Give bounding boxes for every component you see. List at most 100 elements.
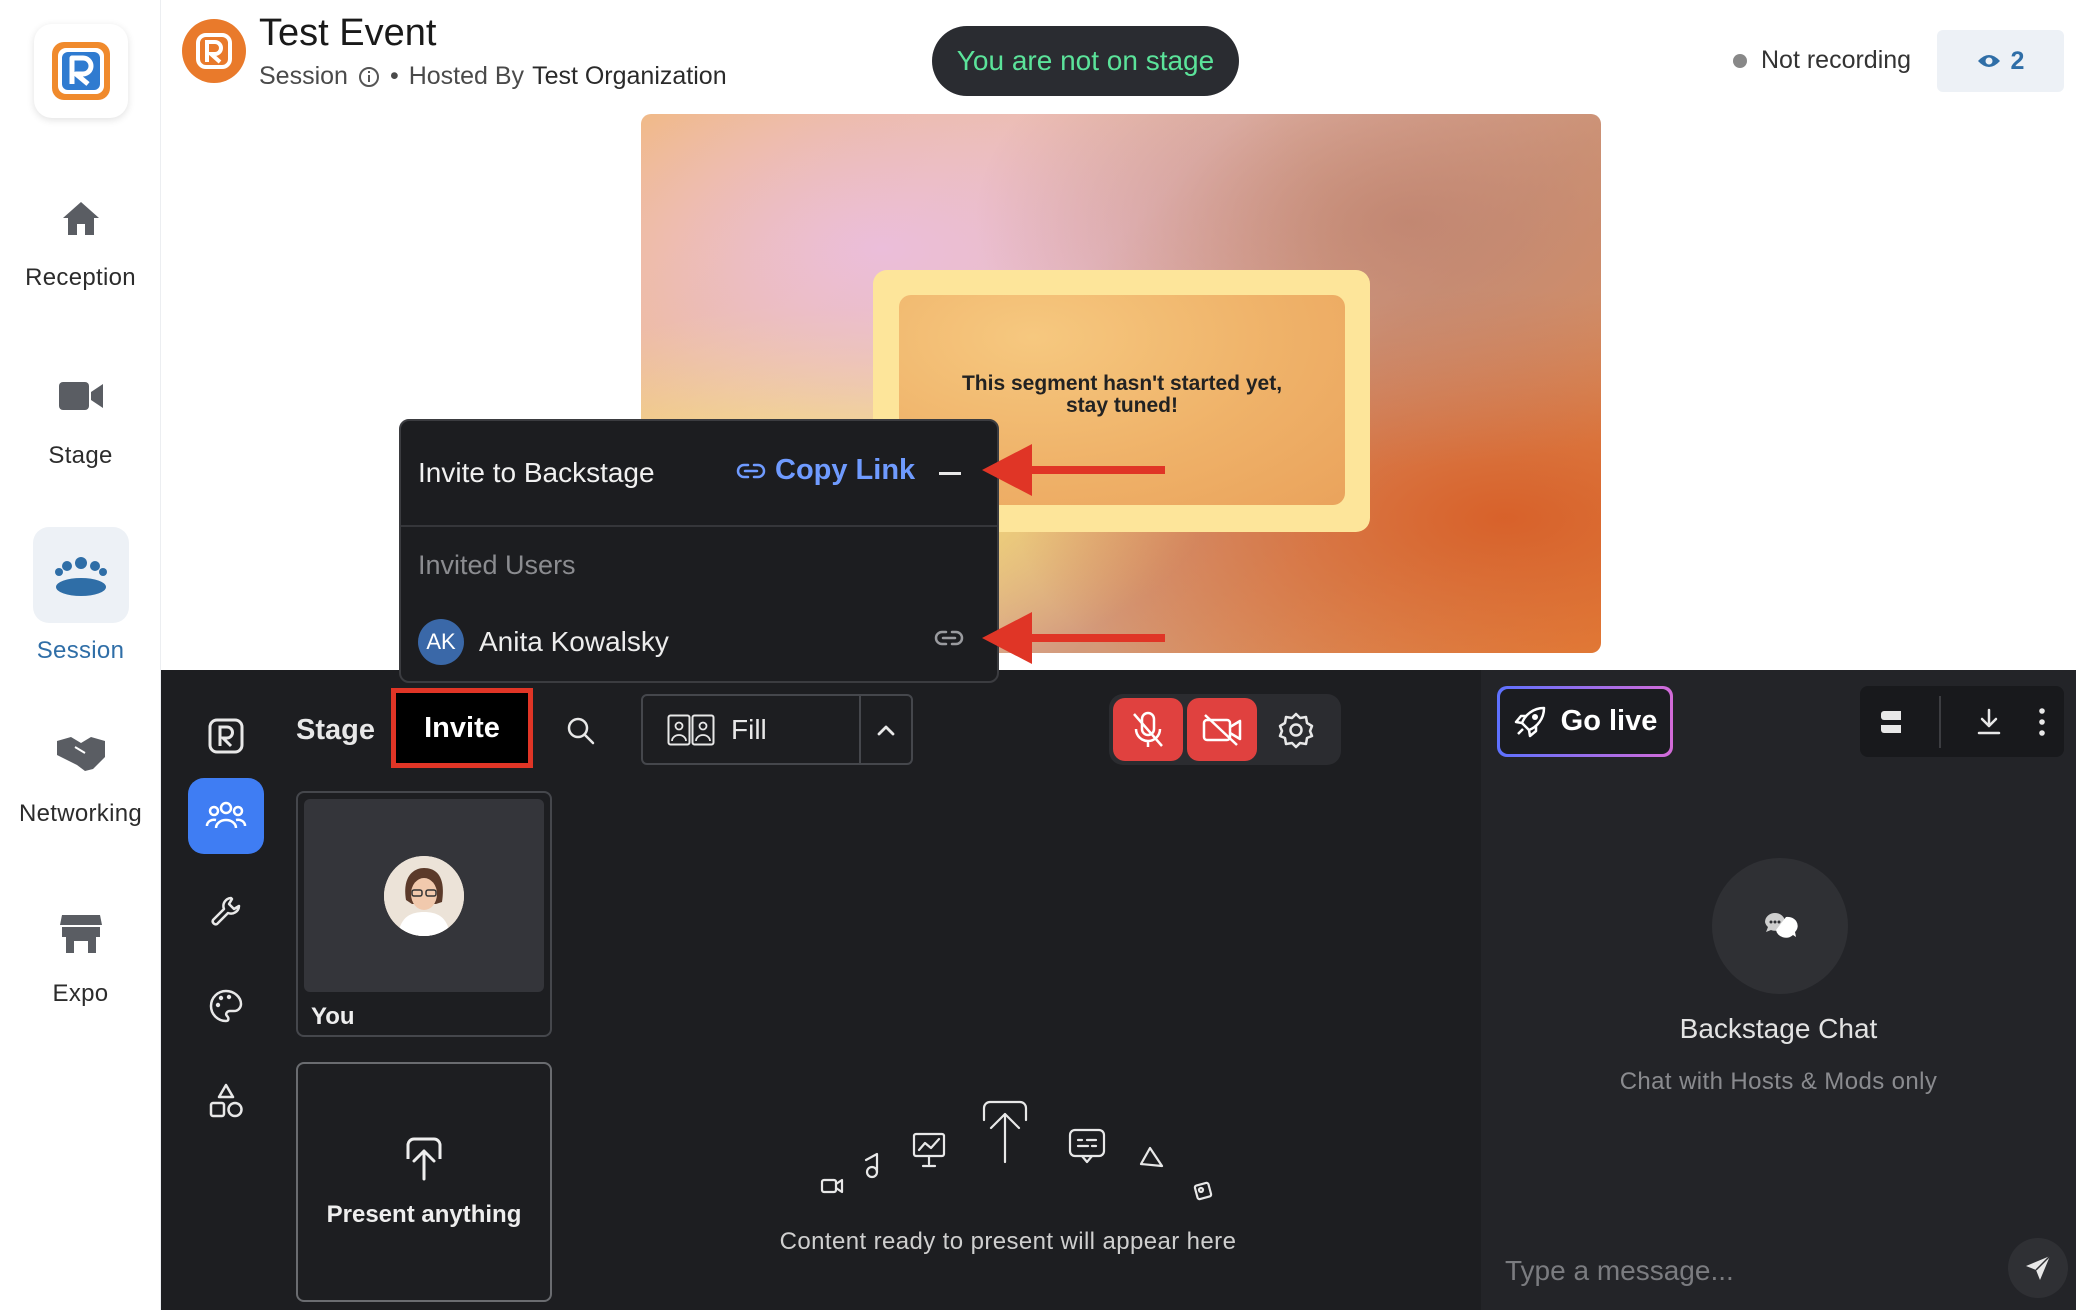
send-icon [2026,1255,2051,1280]
content-empty-state: Content ready to present will appear her… [779,1228,1237,1255]
studio-logo-icon[interactable] [188,698,264,774]
send-message-button[interactable] [2008,1238,2068,1298]
copy-user-link-button[interactable] [933,628,965,653]
upload-large-icon [982,1100,1028,1164]
chat-subtitle: Chat with Hosts & Mods only [1619,1068,1938,1095]
upload-icon [406,1137,442,1181]
nav-item-expo[interactable]: Expo [0,886,161,1036]
info-icon[interactable] [358,66,380,88]
popover-title: Invite to Backstage [418,457,655,488]
people-group-icon [32,527,129,623]
booth-icon [33,886,129,982]
app-logo[interactable] [34,24,128,118]
go-live-button[interactable]: Go live [1497,686,1673,757]
chat-toggle-icon[interactable] [1877,708,1905,736]
link-icon [736,463,766,478]
nav-item-reception[interactable]: Reception [0,170,161,320]
organization-name: Test Organization [532,62,727,90]
video-camera-icon [33,348,129,444]
viewer-count: 2 [2010,46,2025,75]
invited-users-heading: Invited Users [418,550,576,580]
people-icon[interactable] [188,778,264,854]
nav-item-networking[interactable]: Networking [0,706,161,856]
hosted-by-prefix: Hosted By [408,62,525,90]
home-icon [33,170,129,266]
captions-icon [1068,1128,1106,1164]
participant-name: You [311,1003,355,1030]
annotation-arrow-user-link [982,612,1165,664]
wrench-icon[interactable] [188,873,264,949]
chat-bubbles-icon [1765,913,1798,938]
chevron-up-icon [877,725,895,735]
left-navigation: Reception Stage Session Networking Expo [0,0,161,1310]
camera-toggle[interactable] [1187,698,1257,761]
chat-message-input[interactable] [1503,1251,1983,1291]
separator-dot: • [389,62,399,90]
viewer-count-button[interactable]: 2 [1937,30,2064,92]
camera-off-icon [1202,713,1242,746]
layout-mode-toggle[interactable] [859,696,911,763]
gear-icon [1278,712,1314,748]
download-icon[interactable] [1975,707,2003,737]
link-icon [934,630,964,646]
nav-label-networking: Networking [18,800,143,827]
participant-video [304,799,544,992]
present-anything-button[interactable]: Present anything [296,1062,552,1302]
segment-message: This segment hasn't started yet, stay tu… [961,372,1283,417]
nav-item-stage[interactable]: Stage [0,348,161,498]
user-avatar: AK [418,619,464,665]
invite-backstage-popover: Invite to Backstage Copy Link Invited Us… [399,419,999,683]
tab-invite[interactable]: Invite [391,688,533,768]
eye-icon [1977,55,2000,67]
event-subtitle: Session • Hosted By Test Organization [259,62,727,91]
palette-icon[interactable] [188,968,264,1044]
settings-button[interactable] [1261,698,1331,761]
shapes-icon[interactable] [188,1063,264,1139]
invited-user-row: AK Anita Kowalsky [418,619,669,665]
tab-stage[interactable]: Stage [296,714,375,747]
more-vertical-icon[interactable] [2037,707,2047,737]
music-note-icon [864,1152,879,1179]
microphone-off-icon [1133,711,1163,747]
tab-invite-label: Invite [424,711,500,744]
annotation-arrow-copy-link [982,444,1165,496]
present-anything-label: Present anything [326,1201,522,1228]
nav-label-reception: Reception [25,264,136,291]
layout-mode-current[interactable]: Fill [643,696,859,763]
layout-grid-icon [667,714,715,745]
minimize-popover-button[interactable] [939,472,961,475]
nav-label-session: Session [36,637,125,664]
stage-status-badge: You are not on stage [932,26,1239,96]
chat-title: Backstage Chat [1679,1013,1878,1044]
presentation-icon [912,1132,946,1168]
layout-mode-label: Fill [731,713,767,745]
popover-header: Invite to Backstage Copy Link [401,421,997,527]
chat-toolbar [1860,686,2064,757]
microphone-toggle[interactable] [1113,698,1183,761]
chat-empty-icon [1712,858,1848,994]
nav-label-expo: Expo [52,980,109,1007]
recording-status: Not recording [1733,46,1911,75]
nav-label-stage: Stage [48,442,113,469]
handshake-icon [33,706,129,802]
recording-dot-icon [1733,53,1747,68]
triangle-shape-icon [1139,1146,1164,1168]
media-controls [1109,694,1341,765]
copy-link-label: Copy Link [775,454,916,486]
studio-rail [161,670,291,1310]
avatar [384,855,464,936]
layout-mode-select[interactable]: Fill [641,694,913,765]
search-icon [567,717,595,745]
copy-link-button[interactable]: Copy Link [735,454,915,487]
user-name: Anita Kowalsky [479,626,669,657]
video-clip-icon [820,1178,844,1194]
content-placeholder-icons [820,1100,1213,1201]
event-title: Test Event [259,12,437,54]
image-file-icon [1193,1181,1213,1201]
app-logo-icon [52,42,110,100]
search-button[interactable] [560,710,602,752]
nav-item-session[interactable]: Session [0,527,161,677]
recording-status-label: Not recording [1761,46,1912,74]
event-logo [182,19,246,83]
participant-tile-you[interactable]: You [296,791,552,1037]
